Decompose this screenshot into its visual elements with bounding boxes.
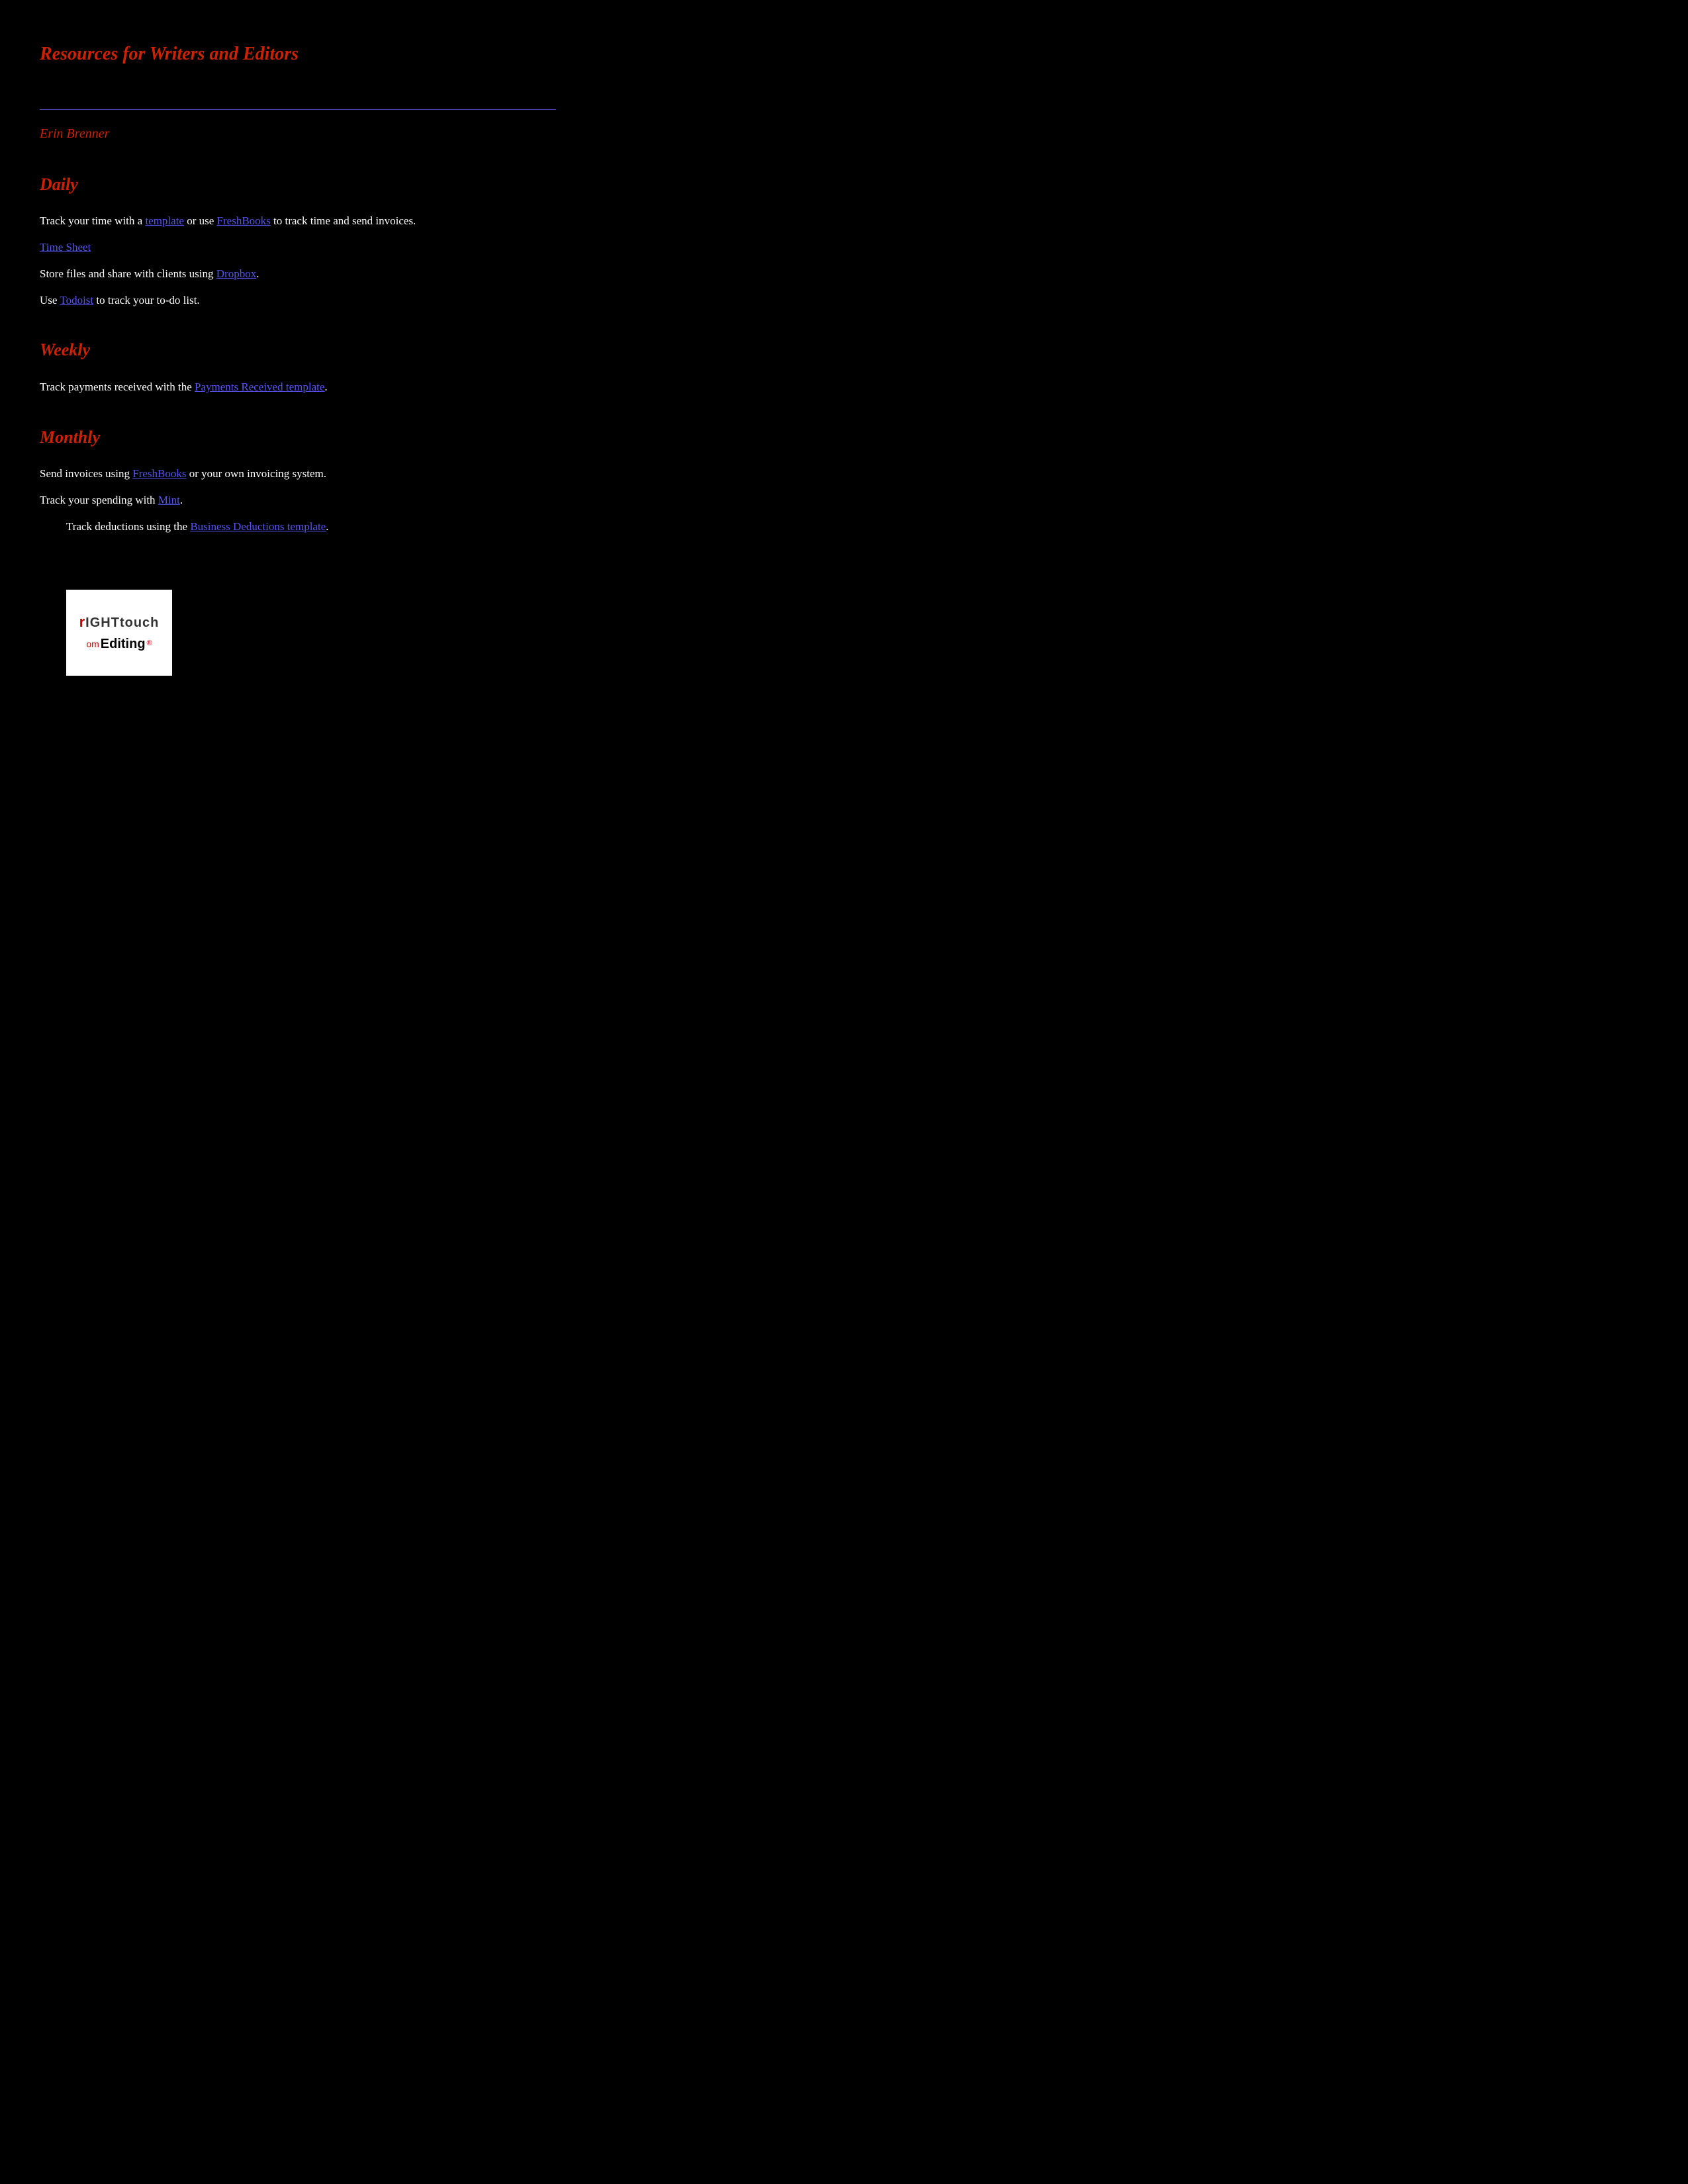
daily-para-2: Store files and share with clients using…	[40, 264, 556, 284]
business-deductions-link[interactable]: Business Deductions template	[190, 520, 326, 533]
logo-reg: ®	[147, 638, 152, 650]
section-heading-daily: Daily	[40, 171, 556, 199]
daily-para-1: Track your time with a template or use F…	[40, 211, 556, 231]
logo-r: r	[79, 614, 86, 630]
monthly-para-2: Track your spending with Mint.	[40, 490, 556, 510]
template-link[interactable]: template	[145, 214, 184, 227]
payments-received-link[interactable]: Payments Received template	[195, 381, 324, 393]
monthly-content: Send invoices using FreshBooks or your o…	[40, 464, 556, 536]
logo-om: om	[86, 637, 99, 651]
author-name: Erin Brenner	[40, 123, 556, 144]
logo-box: rIGHTtouch om Editing®	[66, 590, 172, 676]
daily-para-3: Use Todoist to track your to-do list.	[40, 291, 556, 310]
logo-line1: rIGHTtouch	[79, 610, 160, 633]
section-heading-weekly: Weekly	[40, 336, 556, 364]
daily-content: Track your time with a template or use F…	[40, 211, 556, 310]
daily-para-timesheet: Time Sheet	[40, 238, 556, 257]
monthly-para-3: Track deductions using the Business Dedu…	[66, 517, 556, 537]
timesheet-link[interactable]: Time Sheet	[40, 241, 91, 253]
freshbooks-link-monthly[interactable]: FreshBooks	[132, 467, 186, 480]
page-title: Resources for Writers and Editors	[40, 40, 556, 69]
dropbox-link[interactable]: Dropbox	[216, 267, 256, 280]
todoist-link[interactable]: Todoist	[60, 294, 93, 306]
weekly-para-1: Track payments received with the Payment…	[40, 377, 556, 397]
freshbooks-link-daily[interactable]: FreshBooks	[217, 214, 271, 227]
section-divider	[40, 109, 556, 110]
logo-ighttouch: IGHTtouch	[85, 615, 159, 630]
mint-link[interactable]: Mint	[158, 494, 180, 506]
monthly-para-1: Send invoices using FreshBooks or your o…	[40, 464, 556, 484]
logo-editing: Editing	[101, 633, 146, 655]
weekly-content: Track payments received with the Payment…	[40, 377, 556, 397]
logo-container: rIGHTtouch om Editing®	[66, 590, 556, 676]
section-heading-monthly: Monthly	[40, 424, 556, 451]
logo-line2: om Editing®	[86, 633, 152, 655]
